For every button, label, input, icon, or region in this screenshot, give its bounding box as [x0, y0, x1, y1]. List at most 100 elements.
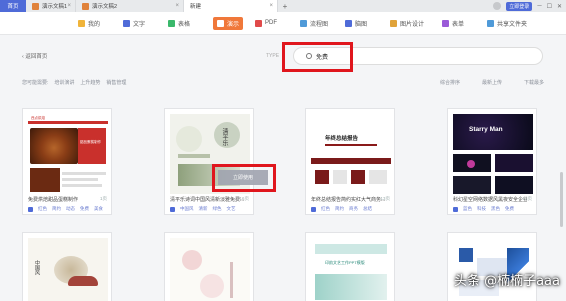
template-card[interactable]: 清平乐 清平乐诗词中国风清新淡雅免费... 16页 中国风 清新 绿色 文艺 — [164, 108, 254, 215]
page-count: 16页 — [239, 196, 249, 201]
template-thumbnail: 西点烘焙 甜品蛋糕制作 — [28, 114, 108, 194]
template-card[interactable] — [164, 232, 254, 301]
template-title: 年终总结报告简约实红大气商务... — [311, 197, 385, 203]
tag[interactable]: 清新 — [199, 206, 208, 212]
cat-label: 图片设计 — [400, 21, 425, 28]
avatar[interactable] — [493, 2, 502, 10]
thumb-text: 西点烘焙 — [31, 116, 45, 120]
template-title: 科幻星空网络数据风黑夜安全企业... — [453, 197, 527, 203]
back-home-link[interactable]: ‹ 返回首页 — [22, 52, 47, 60]
tag-list: 蓝色 科技 黑色 免费 — [453, 206, 514, 212]
template-thumbnail: Starry Man — [453, 114, 533, 194]
sort-item[interactable]: 综合排序 — [440, 79, 460, 86]
filters-label: 您可能需要: — [22, 80, 49, 86]
close-icon[interactable]: × — [67, 3, 71, 9]
cat-sheet[interactable]: 表格 — [168, 19, 213, 28]
sort-item[interactable]: 最新上传 — [482, 79, 502, 86]
tag[interactable]: 动态 — [66, 206, 75, 212]
ppt-type-icon — [453, 206, 458, 212]
tag[interactable]: 美食 — [94, 206, 103, 212]
ppt-file-icon — [82, 2, 89, 10]
tag[interactable]: 科技 — [477, 206, 486, 212]
tag[interactable]: 红色 — [321, 206, 330, 212]
tab-presentation-1[interactable]: 演示文稿1 × — [26, 0, 76, 12]
template-thumbnail — [170, 238, 250, 301]
tag[interactable]: 文艺 — [227, 206, 236, 212]
page-count: 13页 — [380, 196, 390, 201]
thumb-text: 印韵文艺工作PPT模版 — [325, 260, 365, 265]
template-card[interactable]: 印韵文艺工作PPT模版 — [305, 232, 395, 301]
cat-label: 共享文件夹 — [497, 21, 528, 28]
sort-item[interactable]: 下载最多 — [524, 79, 544, 86]
filter-item[interactable]: 培训演讲 — [54, 79, 74, 86]
window-controls: 立即登录 ─ ☐ ✕ — [493, 0, 566, 12]
category-bar: 我的 文字 表格 演示 PDF 流程图 脑图 图片设计 表单 共享文件夹 — [0, 12, 566, 35]
close-icon[interactable]: × — [175, 3, 179, 9]
tag[interactable]: 绿色 — [213, 206, 222, 212]
thumb-text: 清平乐 — [221, 128, 227, 146]
login-button[interactable]: 立即登录 — [506, 1, 533, 11]
template-card[interactable]: 中国风 — [22, 232, 112, 301]
share-icon — [487, 19, 495, 27]
cat-flowchart[interactable]: 流程图 — [300, 19, 345, 28]
pdf-icon — [255, 19, 263, 27]
template-thumbnail: 印韵文艺工作PPT模版 — [311, 238, 391, 301]
cat-presentation[interactable]: 演示 — [213, 16, 244, 30]
thumb-text: Starry Man — [469, 126, 503, 133]
tab-presentation-2[interactable]: 演示文稿2 × — [76, 0, 184, 12]
tag-list: 红色 简约 动态 免费 美食 — [28, 206, 103, 212]
thumb-text: 年终总结报告 — [325, 136, 359, 142]
tag[interactable]: 免费 — [80, 206, 89, 212]
new-tab-button[interactable]: + — [278, 0, 292, 12]
tag[interactable]: 红色 — [38, 206, 47, 212]
cat-label: 文字 — [133, 21, 146, 28]
tag[interactable]: 黑色 — [491, 206, 500, 212]
cat-mine[interactable]: 我的 — [78, 19, 123, 28]
cat-image-design[interactable]: 图片设计 — [390, 19, 442, 28]
tab-new[interactable]: 新建 × — [184, 0, 278, 12]
tag[interactable]: 蓝色 — [463, 206, 472, 212]
cat-label: 表单 — [452, 21, 465, 28]
tag[interactable]: 简约 — [52, 206, 61, 212]
cat-label: 表格 — [178, 21, 191, 28]
tag-list: 中国风 清新 绿色 文艺 — [170, 206, 236, 212]
thumb-text: 中国风 — [34, 260, 40, 275]
home-tab[interactable]: 首页 — [0, 0, 26, 12]
tag[interactable]: 总结 — [363, 206, 372, 212]
close-window-icon[interactable]: ✕ — [557, 3, 562, 10]
template-title: 免费烘焙甜品蛋糕制作 — [28, 197, 79, 203]
cat-writer[interactable]: 文字 — [123, 19, 168, 28]
maximize-icon[interactable]: ☐ — [547, 3, 552, 10]
minimize-icon[interactable]: ─ — [537, 3, 541, 9]
tag[interactable]: 简约 — [335, 206, 344, 212]
suggestion-filters: 您可能需要: 培训演讲 上升趋势 销售管理 — [22, 79, 126, 86]
tag[interactable]: 中国风 — [180, 206, 194, 212]
filter-item[interactable]: 上升趋势 — [80, 79, 100, 86]
template-card[interactable]: 西点烘焙 甜品蛋糕制作 免费烘焙甜品蛋糕制作 1页 红色 简约 动态 免费 美食 — [22, 108, 112, 215]
mind-icon — [345, 19, 353, 27]
tag-list: 红色 简约 商务 总结 — [311, 206, 372, 212]
back-label: 返回首页 — [25, 54, 48, 60]
template-card[interactable] — [447, 232, 537, 301]
cat-shared-folder[interactable]: 共享文件夹 — [487, 19, 547, 28]
ppt-type-icon — [311, 206, 316, 212]
search-highlight-box — [282, 42, 353, 72]
ppt-icon — [217, 19, 224, 27]
scrollbar[interactable] — [560, 172, 563, 227]
template-card[interactable]: Starry Man 科幻星空网络数据风黑夜安全企业... 13页 蓝色 科技 … — [447, 108, 537, 215]
ppt-type-icon — [28, 206, 33, 212]
template-thumbnail: 中国风 — [28, 238, 108, 301]
template-title: 清平乐诗词中国风清新淡雅免费... — [170, 197, 244, 203]
cat-pdf[interactable]: PDF — [255, 19, 300, 27]
template-thumbnail: 年终总结报告 — [311, 114, 391, 194]
tag[interactable]: 免费 — [505, 206, 514, 212]
filter-item[interactable]: 销售管理 — [106, 79, 126, 86]
cat-mindmap[interactable]: 脑图 — [345, 19, 390, 28]
tag[interactable]: 商务 — [349, 206, 358, 212]
doc-icon — [123, 19, 130, 27]
cat-form[interactable]: 表单 — [442, 19, 487, 28]
template-card[interactable]: 年终总结报告 年终总结报告简约实红大气商务... 13页 红色 简约 商务 总结 — [305, 108, 395, 215]
close-icon[interactable]: × — [269, 3, 273, 9]
cat-label: PDF — [265, 20, 278, 26]
title-bar: 首页 演示文稿1 × 演示文稿2 × 新建 × + 立即登录 ─ ☐ ✕ — [0, 0, 566, 12]
